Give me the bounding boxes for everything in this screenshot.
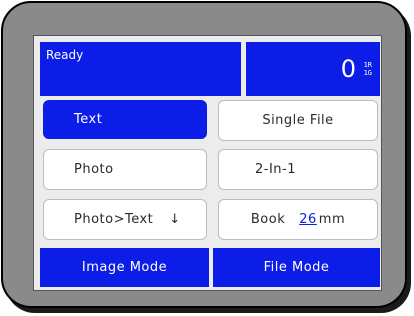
file-option-label: Book xyxy=(250,212,286,227)
counter-sub-top: 1R xyxy=(363,61,372,69)
file-option-2-in-1-button[interactable]: 2-In-1 xyxy=(218,149,378,190)
book-thickness-unit: mm xyxy=(318,212,346,227)
file-option-single-file-button[interactable]: Single File xyxy=(218,100,378,141)
counter-subscript: 1R 1G xyxy=(364,61,372,77)
image-mode-label: Image Mode xyxy=(81,260,168,275)
status-panel: Ready xyxy=(40,42,241,96)
file-option-label: 2-In-1 xyxy=(255,162,296,177)
image-option-photo-button[interactable]: Photo xyxy=(43,149,207,190)
image-mode-button[interactable]: Image Mode xyxy=(40,248,209,287)
counter-panel: 0 1R 1G xyxy=(246,42,380,96)
image-option-label: Photo xyxy=(74,162,114,177)
file-option-book-button[interactable]: Book 26 mm xyxy=(218,199,378,240)
file-option-label: Single File xyxy=(262,113,334,128)
counter-sub-bottom: 1G xyxy=(363,69,372,77)
image-option-text-button[interactable]: Text xyxy=(43,100,207,139)
image-option-photo-text-button[interactable]: Photo>Text ↓ xyxy=(43,199,207,240)
status-text: Ready xyxy=(46,48,84,62)
image-option-label: Text xyxy=(74,112,103,127)
image-option-label: Photo>Text xyxy=(74,212,154,227)
counter-value: 0 xyxy=(340,55,356,83)
book-thickness-value[interactable]: 26 xyxy=(299,212,317,227)
file-mode-label: File Mode xyxy=(263,260,330,275)
down-arrow-icon: ↓ xyxy=(169,212,181,227)
file-mode-button[interactable]: File Mode xyxy=(213,248,380,287)
